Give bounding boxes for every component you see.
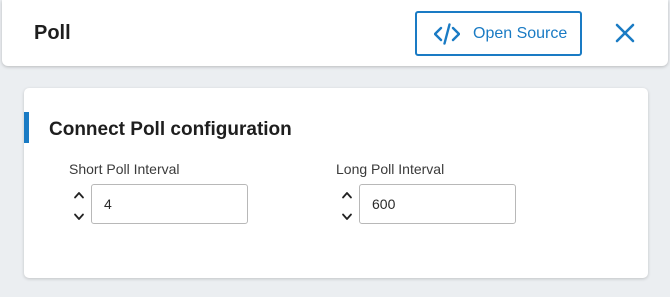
long-poll-interval-label: Long Poll Interval — [336, 161, 445, 177]
short-poll-interval-stepper — [73, 187, 85, 227]
short-poll-interval-label: Short Poll Interval — [69, 161, 180, 177]
section-accent-bar — [24, 112, 29, 143]
chevron-up-icon[interactable] — [341, 190, 353, 200]
poll-config-card: Connect Poll configuration Short Poll In… — [24, 88, 648, 278]
page-title: Poll — [34, 22, 71, 44]
open-source-label: Open Source — [473, 25, 568, 42]
short-poll-interval-input[interactable] — [91, 184, 248, 224]
close-icon[interactable] — [614, 22, 636, 44]
long-poll-interval-stepper — [341, 187, 353, 227]
code-icon — [434, 23, 460, 45]
header-bar: Poll Open Source — [2, 0, 668, 66]
section-title: Connect Poll configuration — [49, 119, 292, 140]
open-source-button[interactable]: Open Source — [415, 11, 582, 56]
chevron-down-icon[interactable] — [73, 212, 85, 222]
chevron-up-icon[interactable] — [73, 190, 85, 200]
chevron-down-icon[interactable] — [341, 212, 353, 222]
long-poll-interval-input[interactable] — [359, 184, 516, 224]
